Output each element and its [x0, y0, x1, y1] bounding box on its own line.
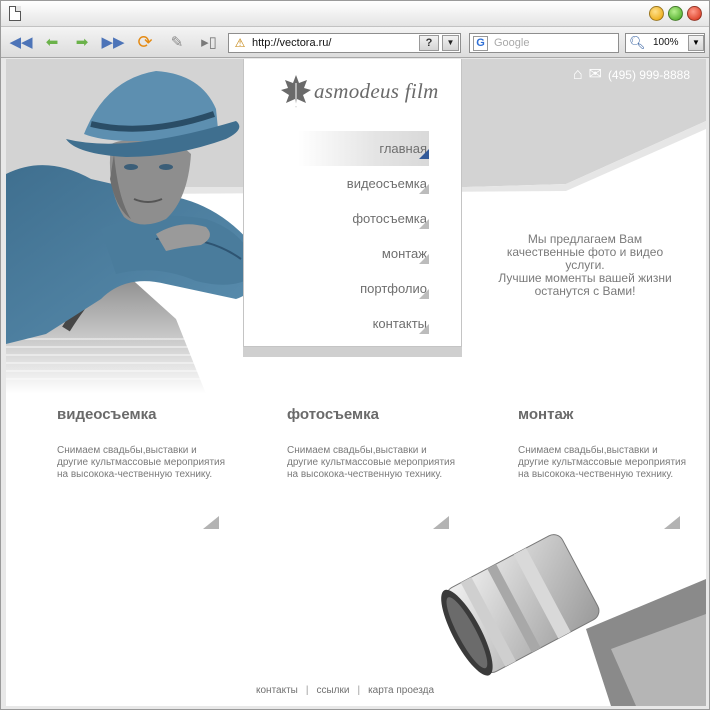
reload-icon[interactable]: ⟳: [134, 32, 156, 52]
pencil-icon[interactable]: ✎: [166, 32, 188, 52]
feature-text: Снимаем свадьбы,выставки и другие культм…: [287, 445, 456, 480]
feature-text: Снимаем свадьбы,выставки и другие культм…: [518, 445, 687, 480]
help-button[interactable]: ?: [419, 35, 439, 51]
zoom-value: 100%: [653, 37, 679, 48]
promo-text: Мы предлагаем Вам качественные фото и ви…: [482, 233, 688, 298]
address-dropdown-button[interactable]: ▼: [442, 35, 459, 51]
menu-triangle-icon: [419, 219, 429, 229]
forward-arrow-icon[interactable]: ➡: [71, 32, 93, 52]
menu-item-editing[interactable]: монтаж: [244, 236, 463, 271]
feature-text: Снимаем свадьбы,выставки и другие культм…: [57, 445, 226, 480]
feature-editing: монтаж Снимаем свадьбы,выставки и другие…: [518, 406, 688, 529]
maximize-button[interactable]: [668, 6, 683, 21]
document-icon: [9, 6, 21, 21]
back-arrow-icon[interactable]: ⬅: [41, 32, 63, 52]
minimize-button[interactable]: [649, 6, 664, 21]
site-logo[interactable]: asmodeus film: [280, 73, 439, 109]
menu-triangle-icon: [419, 254, 429, 264]
menu-item-video[interactable]: видеосъемка: [244, 166, 463, 201]
maple-leaf-icon: [281, 75, 311, 108]
footer-separator: |: [357, 685, 361, 696]
menu-triangle-icon: [419, 149, 429, 159]
feature-title[interactable]: фотосъемка: [287, 406, 457, 423]
mail-icon[interactable]: ✉: [589, 67, 602, 83]
menu-item-label: фотосъемка: [352, 211, 427, 226]
promo-line: останутся с Вами!: [534, 284, 636, 298]
search-placeholder[interactable]: Google: [494, 37, 529, 49]
home-icon[interactable]: ⌂: [573, 67, 583, 83]
google-icon: G: [473, 36, 488, 51]
menu-item-photo[interactable]: фотосъемка: [244, 201, 463, 236]
footer-link-links[interactable]: ссылки: [316, 685, 349, 696]
feature-photo: фотосъемка Снимаем свадьбы,выставки и др…: [287, 406, 457, 529]
header-contacts: ⌂ ✉ (495) 999-8888: [573, 67, 690, 83]
menu-item-contacts[interactable]: контакты: [244, 306, 463, 341]
logo-text: asmodeus film: [314, 78, 439, 103]
footer-separator: |: [305, 685, 309, 696]
menu-item-label: видеосъемка: [346, 176, 427, 191]
menu-item-portfolio[interactable]: портфолио: [244, 271, 463, 306]
close-button[interactable]: [687, 6, 702, 21]
magnifier-icon: 🔍︎: [629, 35, 646, 50]
zoom-dropdown-button[interactable]: ▼: [688, 35, 704, 51]
browser-window: ◀◀ ⬅ ➡ ▶▶ ⟳ ✎ ▸▯ ⚠ http://vectora.ru/ ? …: [0, 0, 710, 710]
menu-triangle-icon: [419, 324, 429, 334]
warning-icon: ⚠: [234, 36, 246, 50]
title-bar: [1, 1, 709, 27]
footer-link-contacts[interactable]: контакты: [256, 685, 298, 696]
feature-title[interactable]: монтаж: [518, 406, 688, 423]
menu-triangle-icon: [419, 184, 429, 194]
feature-title[interactable]: видеосъемка: [57, 406, 227, 423]
rewind-icon[interactable]: ◀◀: [9, 32, 32, 52]
menu-triangle-icon: [419, 289, 429, 299]
browser-toolbar: ◀◀ ⬅ ➡ ▶▶ ⟳ ✎ ▸▯ ⚠ http://vectora.ru/ ? …: [1, 27, 709, 58]
fast-forward-icon[interactable]: ▶▶: [101, 32, 124, 52]
feature-video: видеосъемка Снимаем свадьбы,выставки и д…: [57, 406, 227, 529]
address-bar[interactable]: ⚠ http://vectora.ru/ ? ▼: [228, 33, 461, 53]
page-arrow-icon[interactable]: ▸▯: [198, 32, 220, 52]
nav-panel: asmodeus film главная видеосъемка фотосъ…: [243, 59, 462, 347]
menu-item-home[interactable]: главная: [298, 131, 429, 166]
search-box[interactable]: G Google: [469, 33, 619, 53]
web-page: ⌂ ✉ (495) 999-8888 asmodeus film главная…: [6, 59, 706, 706]
hero-illustration: [6, 71, 259, 394]
footer-link-map[interactable]: карта проезда: [368, 685, 434, 696]
menu-item-label: портфолио: [360, 281, 427, 296]
footer-links: контакты | ссылки | карта проезда: [256, 685, 434, 696]
more-triangle-icon[interactable]: [203, 516, 219, 529]
address-url[interactable]: http://vectora.ru/: [252, 37, 331, 49]
phone-number: (495) 999-8888: [607, 68, 690, 82]
zoom-control[interactable]: 🔍︎ 100% ▼: [625, 33, 705, 53]
camera-illustration: [441, 534, 706, 706]
main-menu: главная видеосъемка фотосъемка монтаж по…: [244, 131, 463, 341]
